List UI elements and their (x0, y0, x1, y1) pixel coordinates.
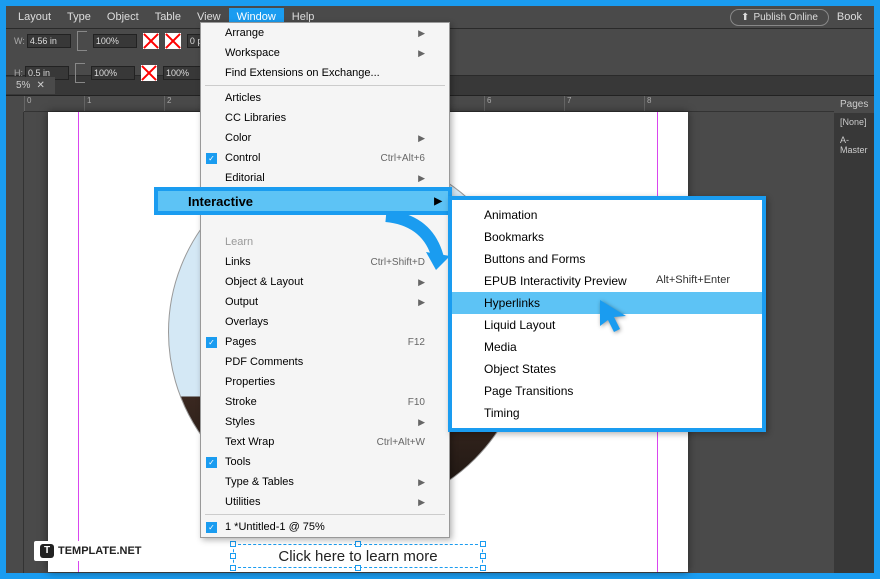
swap-none-icon[interactable] (141, 65, 157, 81)
handle-tm[interactable] (355, 541, 361, 547)
menu-type[interactable]: Type (59, 8, 99, 26)
menu-editorial[interactable]: Editorial▶ (201, 168, 449, 188)
menu-output[interactable]: Output▶ (201, 292, 449, 312)
menu-cc-libraries[interactable]: CC Libraries (201, 108, 449, 128)
menu-doc-1[interactable]: ✓1 *Untitled-1 @ 75% (201, 517, 449, 537)
panels-dock: Pages [None] A-Master (834, 96, 874, 573)
menu-layout[interactable]: Layout (10, 8, 59, 26)
handle-bl[interactable] (230, 565, 236, 571)
menu-pdf-comments[interactable]: PDF Comments (201, 352, 449, 372)
menu-styles[interactable]: Styles▶ (201, 412, 449, 432)
menu-pages[interactable]: ✓PagesF12 (201, 332, 449, 352)
submenu-object-states[interactable]: Object States (452, 358, 762, 380)
publish-online-button[interactable]: ⬆Publish Online (730, 9, 829, 26)
check-icon: ✓ (206, 522, 217, 533)
scale-y-input[interactable] (91, 66, 135, 80)
handle-tr[interactable] (480, 541, 486, 547)
document-tab[interactable]: 5%✕ (6, 77, 55, 94)
submenu-arrow-icon: ▶ (418, 277, 425, 288)
window-menu: Arrange▶ Workspace▶ Find Extensions on E… (200, 22, 450, 538)
menu-object-layout[interactable]: Object & Layout▶ (201, 272, 449, 292)
stroke-none-icon[interactable] (165, 33, 181, 49)
menu-properties[interactable]: Properties (201, 372, 449, 392)
submenu-arrow-icon: ▶ (418, 477, 425, 488)
check-icon: ✓ (206, 457, 217, 468)
menu-articles[interactable]: Articles (201, 88, 449, 108)
submenu-arrow-icon: ▶ (418, 297, 425, 308)
width-label: W: (14, 36, 25, 46)
cursor-arrow-icon (598, 298, 632, 334)
menu-type-tables[interactable]: Type & Tables▶ (201, 472, 449, 492)
vertical-ruler (6, 112, 24, 573)
submenu-arrow-icon: ▶ (418, 497, 425, 508)
handle-rm[interactable] (480, 553, 486, 559)
menu-find-extensions[interactable]: Find Extensions on Exchange... (201, 63, 449, 83)
submenu-bookmarks[interactable]: Bookmarks (452, 226, 762, 248)
submenu-arrow-icon: ▶ (418, 173, 425, 184)
handle-br[interactable] (480, 565, 486, 571)
handle-bm[interactable] (355, 565, 361, 571)
template-icon: T (40, 544, 54, 558)
watermark-text: TEMPLATE.NET (58, 545, 142, 557)
pages-panel-tab[interactable]: Pages (834, 96, 874, 113)
submenu-epub-preview[interactable]: EPUB Interactivity PreviewAlt+Shift+Ente… (452, 270, 762, 292)
menu-workspace[interactable]: Workspace▶ (201, 43, 449, 63)
link-icon[interactable] (77, 31, 87, 51)
menu-interactive-highlighted[interactable]: Interactive▶ (154, 187, 452, 215)
menu-tools[interactable]: ✓Tools (201, 452, 449, 472)
menu-utilities[interactable]: Utilities▶ (201, 492, 449, 512)
watermark: T TEMPLATE.NET (34, 541, 148, 561)
menu-object[interactable]: Object (99, 8, 147, 26)
submenu-arrow-icon: ▶ (418, 417, 425, 428)
master-a[interactable]: A-Master (834, 131, 874, 159)
handle-tl[interactable] (230, 541, 236, 547)
menu-stroke[interactable]: StrokeF10 (201, 392, 449, 412)
handle-lm[interactable] (230, 553, 236, 559)
text-content: Click here to learn more (278, 548, 437, 565)
menu-control[interactable]: ✓ControlCtrl+Alt+6 (201, 148, 449, 168)
width-input[interactable] (27, 34, 71, 48)
upload-icon: ⬆ (741, 12, 749, 23)
submenu-animation[interactable]: Animation (452, 204, 762, 226)
submenu-timing[interactable]: Timing (452, 402, 762, 424)
submenu-arrow-icon: ▶ (418, 133, 425, 144)
submenu-buttons-forms[interactable]: Buttons and Forms (452, 248, 762, 270)
submenu-arrow-icon: ▶ (418, 48, 425, 59)
menu-arrange[interactable]: Arrange▶ (201, 23, 449, 43)
link-icon-2[interactable] (75, 63, 85, 83)
workspace-selector[interactable]: Book (829, 8, 870, 26)
scale-x-input[interactable] (93, 34, 137, 48)
text-frame[interactable]: Click here to learn more (233, 544, 483, 568)
submenu-arrow-icon: ▶ (434, 196, 442, 207)
master-none[interactable]: [None] (834, 113, 874, 131)
menu-color[interactable]: Color▶ (201, 128, 449, 148)
check-icon: ✓ (206, 153, 217, 164)
fill-none-icon[interactable] (143, 33, 159, 49)
annotation-arrow-icon (378, 212, 458, 272)
submenu-arrow-icon: ▶ (418, 28, 425, 39)
menu-text-wrap[interactable]: Text WrapCtrl+Alt+W (201, 432, 449, 452)
submenu-media[interactable]: Media (452, 336, 762, 358)
submenu-page-transitions[interactable]: Page Transitions (452, 380, 762, 402)
menu-table[interactable]: Table (147, 8, 189, 26)
menu-overlays[interactable]: Overlays (201, 312, 449, 332)
check-icon: ✓ (206, 337, 217, 348)
close-icon[interactable]: ✕ (36, 80, 44, 91)
